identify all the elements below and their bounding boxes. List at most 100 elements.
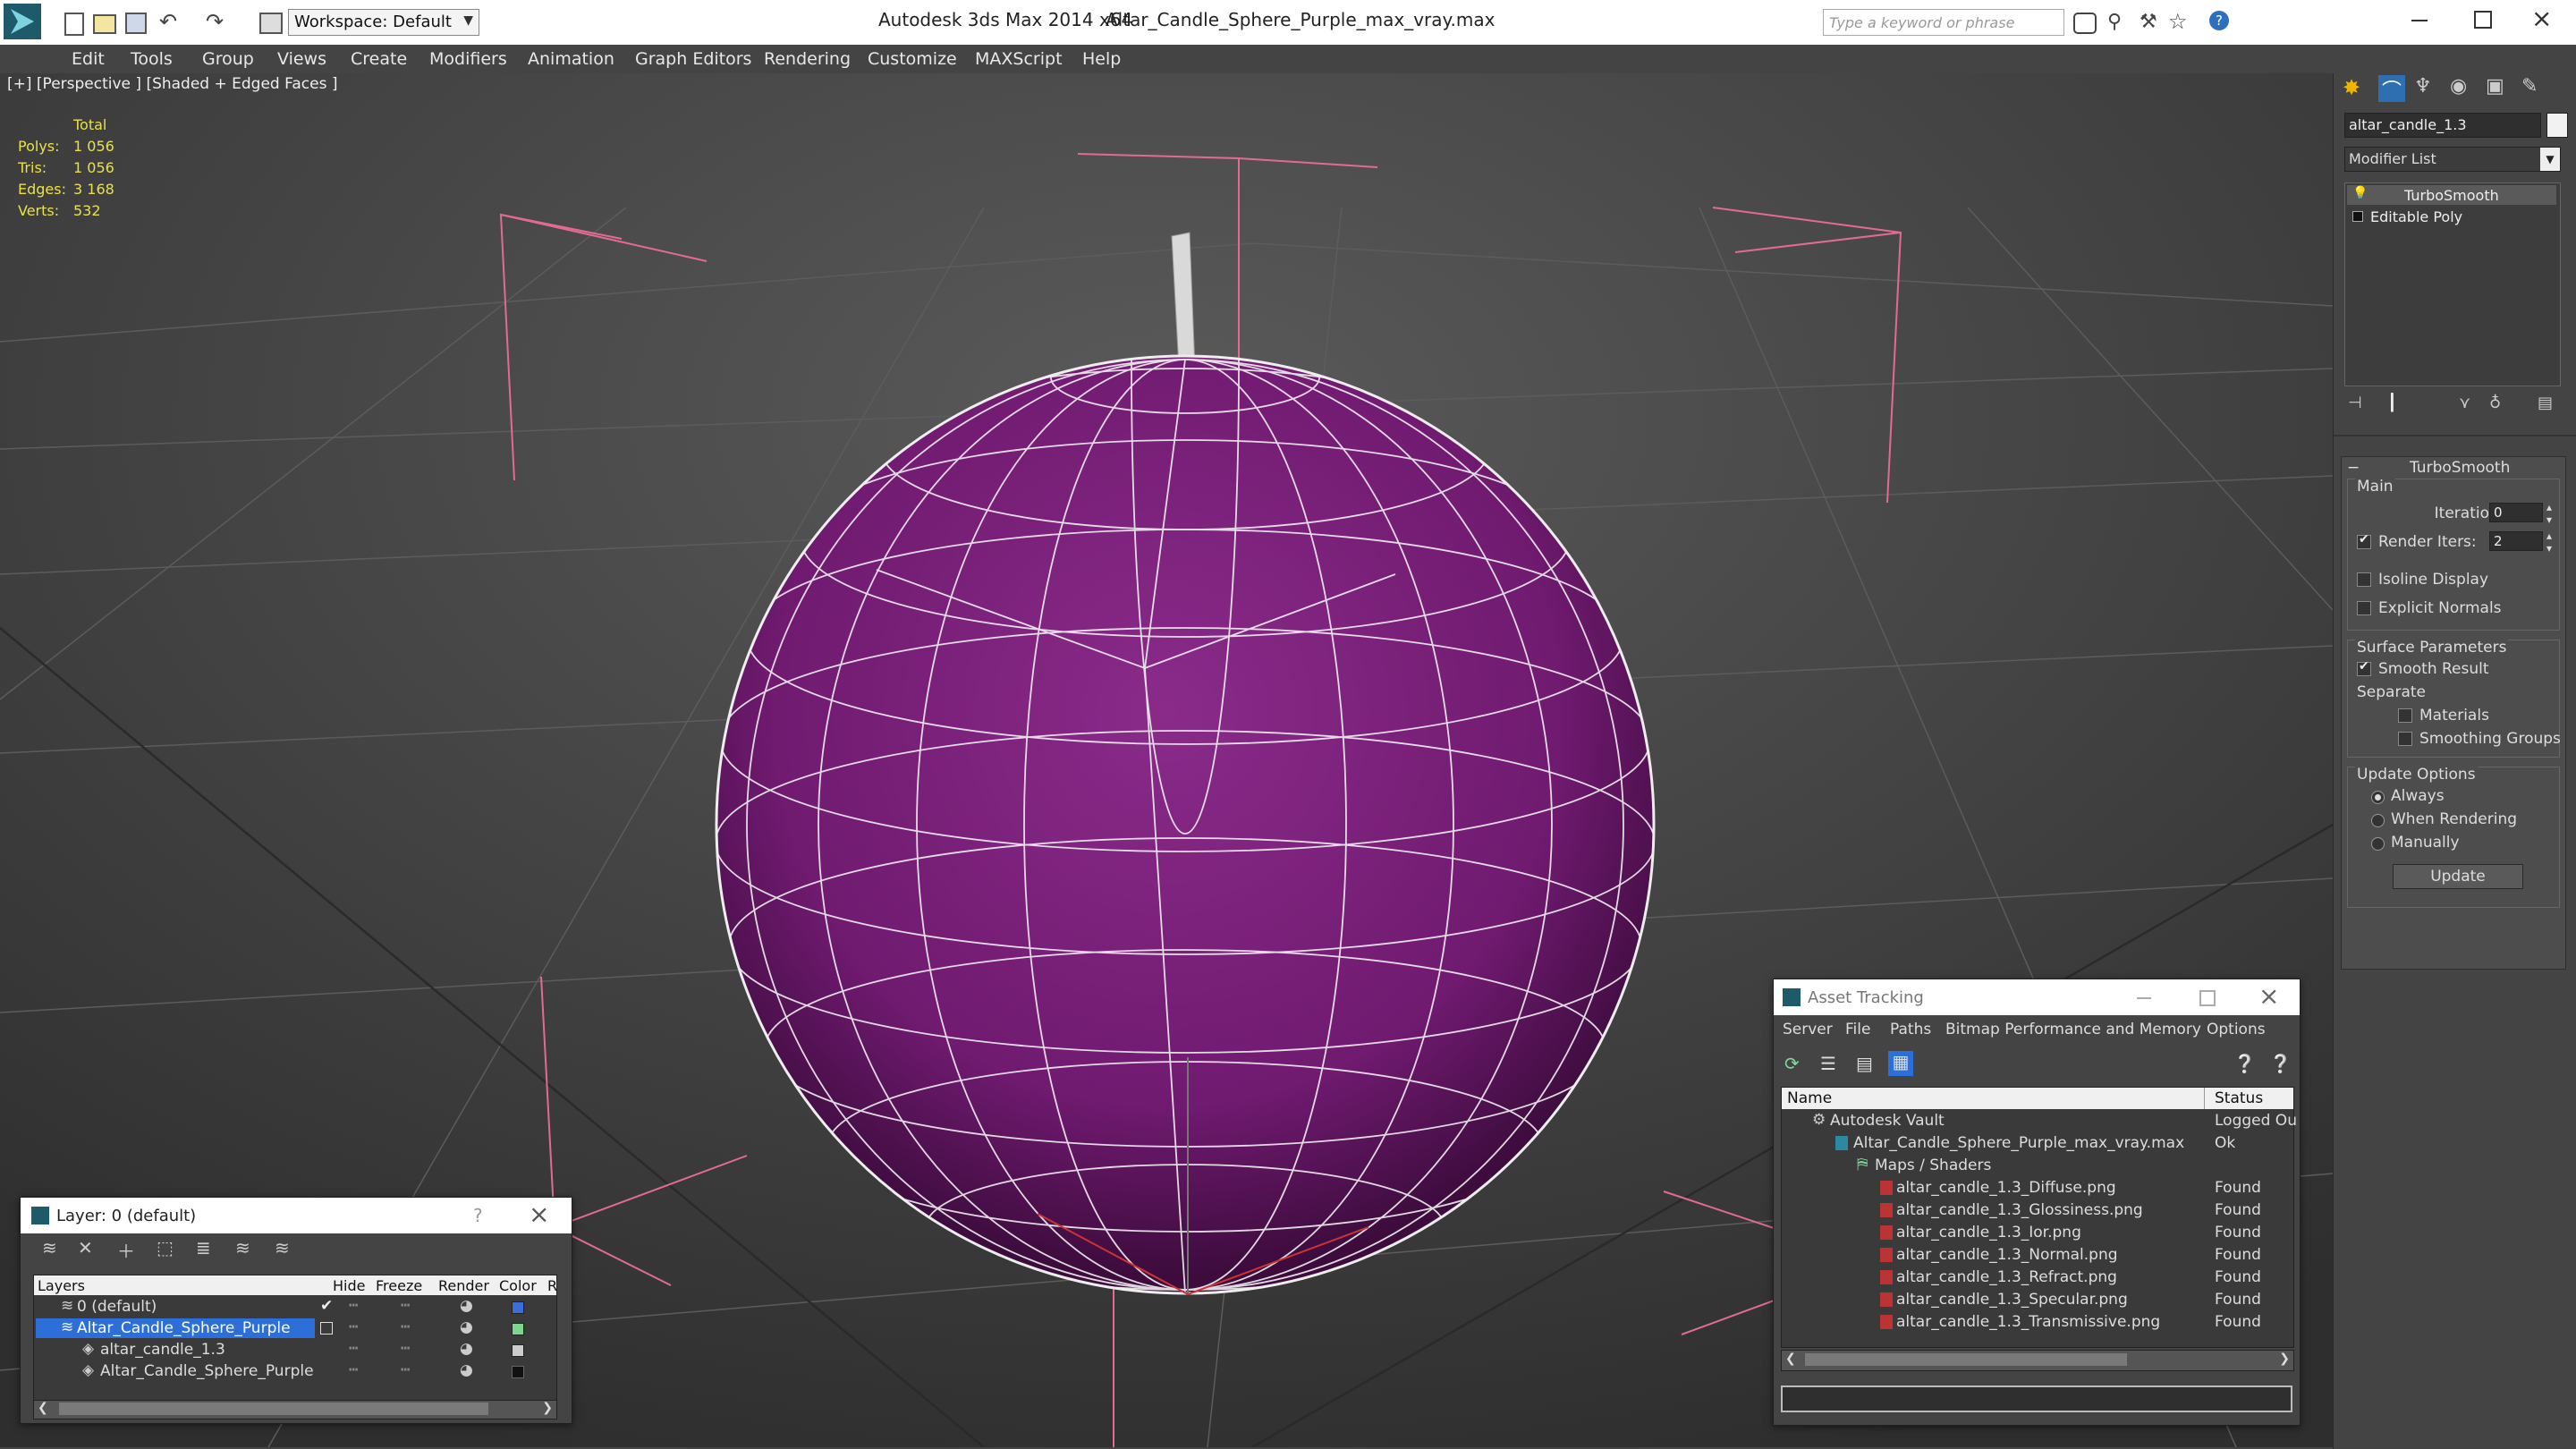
help-settings-icon[interactable]: ❔ (2269, 1053, 2292, 1074)
remove-modifier-icon[interactable]: ♁ (2489, 394, 2501, 412)
create-layer-icon[interactable]: ≋ (42, 1237, 57, 1258)
column-name[interactable]: Name (1787, 1089, 1832, 1107)
motion-tab-icon[interactable]: ◉ (2450, 75, 2477, 102)
layer-color-swatch[interactable] (512, 1301, 524, 1314)
column-render[interactable]: Render (438, 1277, 489, 1294)
menu-graph-editors[interactable]: Graph Editors (635, 49, 751, 69)
update-button[interactable]: Update (2393, 864, 2523, 889)
layer-row[interactable]: ≋ 0 (default) ✔ ┅ ┅ ◕ (34, 1297, 556, 1319)
create-tab-icon[interactable]: ✸ (2343, 75, 2369, 102)
column-color[interactable]: Color (499, 1277, 537, 1294)
help-icon[interactable]: ? (2209, 11, 2229, 30)
modify-tab-icon[interactable]: ⌒ (2378, 75, 2405, 103)
column-layers[interactable]: Layers (38, 1277, 85, 1294)
rollout-title[interactable]: TurboSmooth (2410, 459, 2510, 477)
highlight-layer-icon[interactable]: ≣ (196, 1237, 211, 1258)
asset-row-map[interactable]: altar_candle_1.3_Diffuse.png Found (1782, 1178, 2293, 1200)
freeze-toggle[interactable]: ┅ (401, 1318, 410, 1336)
maximize-icon[interactable] (2474, 11, 2492, 29)
undo-icon[interactable]: ↶ (159, 9, 177, 34)
minimize-icon[interactable] (2137, 997, 2151, 999)
menu-tools[interactable]: Tools (131, 49, 173, 69)
asset-row-map[interactable]: altar_candle_1.3_Glossiness.png Found (1782, 1200, 2293, 1223)
layer-row[interactable]: ≋ Altar_Candle_Sphere_Purple ┅ ┅ ◕ (34, 1318, 556, 1341)
menu-customize[interactable]: Customize (868, 49, 957, 69)
asset-window-titlebar[interactable]: Asset Tracking × (1774, 979, 2300, 1015)
scroll-right-icon[interactable]: ❯ (542, 1401, 553, 1415)
workspace-dropdown[interactable]: Workspace: Default ▼ (288, 9, 479, 36)
asset-row-map[interactable]: altar_candle_1.3_Normal.png Found (1782, 1245, 2293, 1267)
minimize-icon[interactable] (2411, 20, 2428, 21)
smooth-result-checkbox[interactable] (2357, 659, 2371, 676)
redo-icon[interactable]: ↷ (206, 9, 224, 34)
asset-row-map[interactable]: altar_candle_1.3_Transmissive.png Found (1782, 1312, 2293, 1335)
pin-stack-icon[interactable]: ⊣ (2348, 394, 2362, 412)
subscription-icon[interactable]: ⚒ (2140, 11, 2157, 33)
display-tab-icon[interactable]: ▣ (2486, 75, 2512, 102)
freeze-toggle[interactable]: ┅ (401, 1361, 410, 1379)
iterations-spinner[interactable]: 0 (2489, 503, 2543, 522)
menu-help[interactable]: Help (1082, 49, 1121, 69)
close-icon[interactable]: × (2531, 4, 2552, 33)
asset-horizontal-scrollbar[interactable]: ❮ ❯ (1781, 1350, 2294, 1371)
smoothing-groups-checkbox[interactable] (2398, 732, 2412, 746)
configure-sets-icon[interactable]: ▤ (2538, 394, 2553, 412)
scroll-left-icon[interactable]: ❮ (1785, 1352, 1796, 1366)
freeze-all-icon[interactable]: ≋ (275, 1237, 290, 1258)
render-iters-spinner[interactable]: 2 (2489, 531, 2543, 551)
select-objects-icon[interactable]: ⬚ (157, 1237, 174, 1258)
render-iters-checkbox[interactable] (2357, 532, 2371, 549)
list-view-icon[interactable]: ☰ (1820, 1053, 1836, 1074)
refresh-icon[interactable]: ⟳ (1784, 1053, 1800, 1074)
menu-group[interactable]: Group (202, 49, 254, 69)
object-row[interactable]: ◈ Altar_Candle_Sphere_Purple ┅ ┅ ◕ (34, 1361, 556, 1384)
modifier-list-dropdown[interactable]: Modifier List ▼ (2344, 147, 2561, 172)
render-toggle-icon[interactable]: ◕ (460, 1340, 473, 1358)
delete-layer-icon[interactable]: ✕ (78, 1237, 93, 1258)
menu-rendering[interactable]: Rendering (764, 49, 851, 69)
asset-menu-paths[interactable]: Paths (1890, 1021, 1931, 1038)
explicit-normals-checkbox[interactable] (2357, 601, 2371, 615)
asset-row-scene[interactable]: Altar_Candle_Sphere_Purple_max_vray.max … (1782, 1133, 2293, 1156)
layer-color-swatch[interactable] (512, 1344, 524, 1357)
maximize-icon[interactable] (2199, 990, 2216, 1006)
new-file-icon[interactable] (64, 13, 84, 36)
isoline-display-checkbox[interactable] (2357, 572, 2371, 587)
hide-toggle[interactable]: ┅ (349, 1340, 358, 1358)
app-logo-icon[interactable] (4, 4, 41, 39)
help-icon[interactable]: ? (473, 1205, 483, 1226)
when-rendering-radio[interactable] (2371, 814, 2385, 827)
scroll-right-icon[interactable]: ❯ (2279, 1352, 2290, 1366)
column-freeze[interactable]: Freeze (376, 1277, 422, 1294)
materials-checkbox[interactable] (2398, 708, 2412, 723)
manually-radio[interactable] (2371, 837, 2385, 851)
save-file-icon[interactable] (125, 13, 147, 34)
asset-menu-bitmap[interactable]: Bitmap Performance and Memory (1945, 1021, 2201, 1038)
asset-row-map[interactable]: altar_candle_1.3_Ior.png Found (1782, 1223, 2293, 1245)
help-icon[interactable]: ❔ (2233, 1053, 2256, 1074)
scroll-thumb[interactable] (59, 1402, 488, 1415)
spinner-arrows-icon[interactable]: ▴ ▾ (2546, 530, 2552, 555)
add-to-layer-icon[interactable]: ＋ (117, 1237, 135, 1263)
menu-create[interactable]: Create (351, 49, 407, 69)
utilities-tab-icon[interactable]: ✎ (2521, 75, 2548, 102)
menu-animation[interactable]: Animation (528, 49, 614, 69)
layer-window-titlebar[interactable]: Layer: 0 (default) ? × (21, 1198, 572, 1233)
object-color-swatch[interactable] (2546, 113, 2568, 138)
layer-color-swatch[interactable] (512, 1323, 524, 1335)
menu-maxscript[interactable]: MAXScript (975, 49, 1063, 69)
asset-row-map[interactable]: altar_candle_1.3_Specular.png Found (1782, 1290, 2293, 1312)
render-toggle-icon[interactable]: ◕ (460, 1318, 473, 1336)
asset-menu-options[interactable]: Options (2207, 1021, 2266, 1038)
stack-item-turbosmooth[interactable]: 💡 TurboSmooth (2347, 185, 2556, 205)
spinner-arrows-icon[interactable]: ▴ ▾ (2546, 501, 2552, 526)
column-radiosity[interactable]: R (547, 1277, 557, 1294)
always-radio[interactable] (2371, 791, 2385, 804)
close-icon[interactable]: × (2258, 981, 2279, 1011)
rollout-collapse-icon[interactable]: − (2347, 459, 2360, 477)
table-view-icon[interactable]: ▦ (1888, 1051, 1913, 1076)
project-folder-icon[interactable] (259, 13, 283, 34)
asset-row-vault[interactable]: ⚙ Autodesk Vault Logged Ou (1782, 1111, 2297, 1133)
communication-icon[interactable]: ⚲ (2107, 11, 2122, 33)
scroll-left-icon[interactable]: ❮ (38, 1401, 48, 1415)
